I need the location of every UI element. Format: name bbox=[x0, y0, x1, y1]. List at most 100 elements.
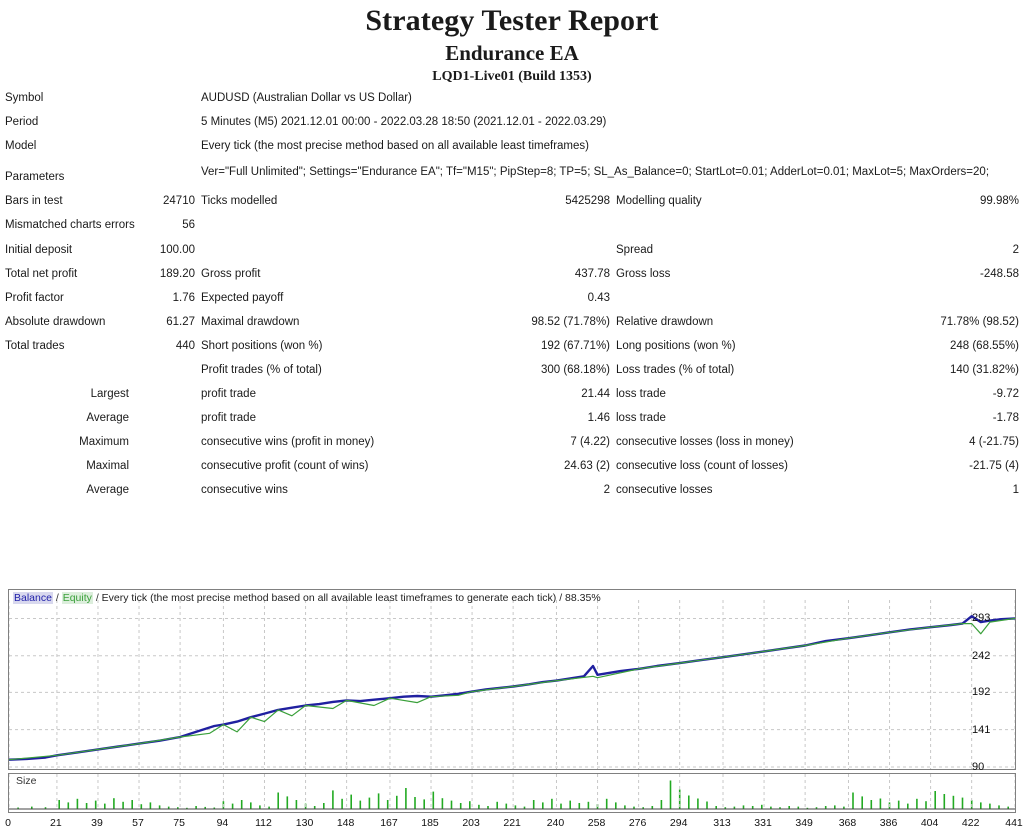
gross-profit-value: 437.78 bbox=[574, 268, 610, 280]
period-label: Period bbox=[5, 116, 39, 128]
ea-name-title: Endurance EA bbox=[445, 41, 579, 65]
absolute-drawdown-label: Absolute drawdown bbox=[5, 316, 106, 328]
y-axis-tick-label: 242 bbox=[972, 649, 991, 662]
table-row: Total trades 440 Short positions (won %)… bbox=[2, 334, 1022, 358]
chart-legend: Balance / Equity / Every tick (the most … bbox=[13, 592, 601, 605]
maximum-label: Maximum bbox=[79, 436, 129, 448]
profit-factor-label: Profit factor bbox=[5, 292, 64, 304]
table-row: Initial deposit 100.00 Spread 2 bbox=[2, 238, 1022, 262]
table-row: Period 5 Minutes (M5) 2021.12.01 00:00 -… bbox=[2, 110, 1022, 134]
gross-profit-label: Gross profit bbox=[201, 268, 261, 280]
avg-consecutive-wins-value: 2 bbox=[603, 484, 610, 496]
total-net-profit-value: 189.20 bbox=[159, 268, 195, 280]
x-axis-tick-label: 130 bbox=[295, 817, 314, 829]
initial-deposit-value: 100.00 bbox=[159, 244, 195, 256]
legend-separator-2: / bbox=[95, 592, 99, 604]
x-axis-tick-label: 386 bbox=[879, 817, 898, 829]
build-subtitle: LQD1-Live01 (Build 1353) bbox=[432, 69, 592, 84]
lot-size-chart[interactable]: Size bbox=[8, 773, 1016, 813]
table-row: Profit factor 1.76 Expected payoff 0.43 bbox=[2, 286, 1022, 310]
maximal-consecutive-loss-value: -21.75 (4) bbox=[969, 460, 1020, 472]
average-label: Average bbox=[86, 412, 129, 424]
strategy-tester-report-page: Strategy Tester Report Endurance EA LQD1… bbox=[0, 0, 1024, 839]
size-panel-label: Size bbox=[14, 775, 39, 787]
period-value: 5 Minutes (M5) 2021.12.01 00:00 - 2022.0… bbox=[201, 116, 607, 128]
largest-label: Largest bbox=[90, 388, 129, 400]
table-row: Average consecutive wins 2 consecutive l… bbox=[2, 478, 1022, 502]
table-row: Total net profit 189.20 Gross profit 437… bbox=[2, 262, 1022, 286]
total-trades-value: 440 bbox=[175, 340, 195, 352]
short-positions-value: 192 (67.71%) bbox=[540, 340, 610, 352]
legend-separator-1: / bbox=[55, 592, 59, 604]
balance-equity-plot bbox=[9, 600, 1015, 769]
loss-trades-label: Loss trades (% of total) bbox=[616, 364, 735, 376]
x-axis-tick-label: 294 bbox=[669, 817, 688, 829]
x-axis-tick-label: 313 bbox=[713, 817, 731, 829]
x-axis-tick-label: 0 bbox=[5, 817, 11, 829]
average-profit-trade-value: 1.46 bbox=[587, 412, 610, 424]
average-loss-trade-value: -1.78 bbox=[992, 412, 1020, 424]
y-axis-tick-label: 141 bbox=[972, 723, 991, 736]
expected-payoff-label: Expected payoff bbox=[201, 292, 284, 304]
model-label: Model bbox=[5, 140, 37, 152]
x-axis-tick-label: 368 bbox=[838, 817, 857, 829]
mismatched-charts-errors-value: 56 bbox=[182, 219, 195, 231]
relative-drawdown-value: 71.78% (98.52) bbox=[940, 316, 1020, 328]
y-axis-tick-label: 90 bbox=[972, 761, 985, 773]
profit-trades-label: Profit trades (% of total) bbox=[201, 364, 322, 376]
ticks-modelled-label: Ticks modelled bbox=[201, 195, 278, 207]
avg-consecutive-wins-label: consecutive wins bbox=[201, 484, 288, 496]
y-axis-tick-label: 192 bbox=[972, 686, 991, 699]
table-row: Maximal consecutive profit (count of win… bbox=[2, 454, 1022, 478]
report-table: Symbol AUDUSD (Australian Dollar vs US D… bbox=[2, 86, 1022, 502]
x-axis-tick-label: 203 bbox=[462, 817, 480, 829]
modelling-quality-label: Modelling quality bbox=[616, 195, 702, 207]
x-axis-tick-label: 21 bbox=[50, 817, 62, 829]
x-axis-tick-label: 422 bbox=[961, 817, 980, 829]
table-row: Bars in test 24710 Ticks modelled 542529… bbox=[2, 189, 1022, 213]
parameters-value: Ver="Full Unlimited"; Settings="Enduranc… bbox=[201, 166, 990, 178]
balance-equity-chart[interactable]: Balance / Equity / Every tick (the most … bbox=[8, 589, 1016, 770]
maximal-consecutive-loss-label: consecutive loss (count of losses) bbox=[616, 460, 788, 472]
maximal-consecutive-profit-label: consecutive profit (count of wins) bbox=[201, 460, 369, 472]
bars-in-test-label: Bars in test bbox=[5, 195, 63, 207]
x-axis-tick-label: 331 bbox=[754, 817, 772, 829]
max-consecutive-wins-label: consecutive wins (profit in money) bbox=[201, 436, 375, 448]
maximal-consecutive-profit-value: 24.63 (2) bbox=[563, 460, 610, 472]
table-row: Model Every tick (the most precise metho… bbox=[2, 134, 1022, 158]
x-axis-tick-label: 39 bbox=[91, 817, 103, 829]
max-consecutive-losses-label: consecutive losses (loss in money) bbox=[616, 436, 794, 448]
average2-label: Average bbox=[86, 484, 129, 496]
long-positions-value: 248 (68.55%) bbox=[949, 340, 1020, 352]
legend-balance-label: Balance bbox=[13, 592, 53, 604]
largest-profit-trade-value: 21.44 bbox=[581, 388, 610, 400]
loss-trades-value: 140 (31.82%) bbox=[949, 364, 1020, 376]
x-axis-tick-label: 221 bbox=[503, 817, 521, 829]
spread-value: 2 bbox=[1012, 244, 1020, 256]
expected-payoff-value: 0.43 bbox=[587, 292, 610, 304]
ticks-modelled-value: 5425298 bbox=[565, 195, 610, 207]
profit-trades-value: 300 (68.18%) bbox=[540, 364, 610, 376]
lot-size-plot bbox=[9, 774, 1015, 810]
initial-deposit-label: Initial deposit bbox=[5, 244, 73, 256]
bars-in-test-value: 24710 bbox=[163, 195, 195, 207]
x-axis-tick-label: 441 bbox=[1005, 817, 1023, 829]
average-loss-trade-label: loss trade bbox=[616, 412, 666, 424]
chart-y-axis: 293 242 192 141 90 bbox=[962, 589, 1024, 773]
x-axis-tick-label: 349 bbox=[795, 817, 813, 829]
maximal-label: Maximal bbox=[86, 460, 129, 472]
profit-factor-value: 1.76 bbox=[172, 292, 195, 304]
gross-loss-value: -248.58 bbox=[980, 268, 1020, 280]
max-consecutive-losses-value: 4 (-21.75) bbox=[969, 436, 1020, 448]
x-axis-tick-label: 94 bbox=[216, 817, 229, 829]
total-net-profit-label: Total net profit bbox=[5, 268, 78, 280]
report-titles: Strategy Tester Report Endurance EA LQD1… bbox=[0, 0, 1024, 86]
x-axis-tick-label: 258 bbox=[587, 817, 606, 829]
largest-profit-trade-label: profit trade bbox=[201, 388, 256, 400]
table-row: Symbol AUDUSD (Australian Dollar vs US D… bbox=[2, 86, 1022, 110]
average-profit-trade-label: profit trade bbox=[201, 412, 256, 424]
largest-loss-trade-value: -9.72 bbox=[992, 388, 1020, 400]
avg-consecutive-losses-value: 1 bbox=[1012, 484, 1020, 496]
short-positions-label: Short positions (won %) bbox=[201, 340, 323, 352]
symbol-label: Symbol bbox=[5, 92, 44, 104]
